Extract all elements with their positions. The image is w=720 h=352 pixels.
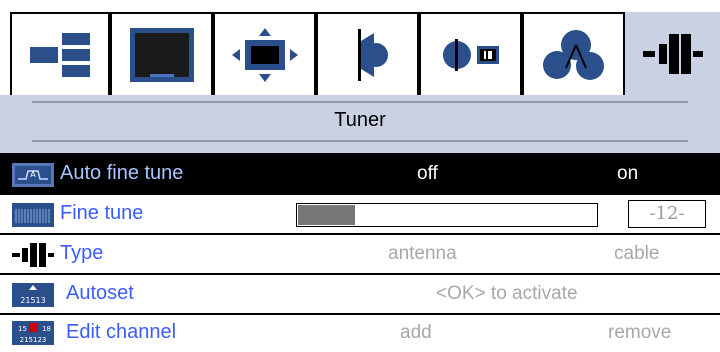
fine-tune-icon — [12, 203, 54, 227]
clock-timer-icon — [442, 38, 499, 71]
fine-tune-label: Fine tune — [60, 202, 144, 224]
tab-sound[interactable] — [316, 12, 419, 95]
position-arrows-icon — [231, 27, 298, 82]
svg-text:18: 18 — [42, 325, 51, 333]
edit-channel-remove-option[interactable]: remove — [608, 322, 671, 344]
type-label: Type — [60, 242, 104, 264]
type-cable-option[interactable]: cable — [614, 243, 659, 265]
auto-fine-tune-label: Auto fine tune — [60, 162, 184, 184]
fine-tune-slider[interactable] — [296, 203, 598, 227]
tab-position[interactable] — [213, 12, 316, 95]
autoset-channels-icon: 21513 — [12, 283, 54, 307]
menu-title-band: Tuner — [0, 95, 720, 155]
svg-text:215123: 215123 — [20, 336, 47, 344]
page-title: Tuner — [334, 109, 386, 131]
fine-tune-slider-fill — [298, 205, 355, 225]
edit-channel-add-option[interactable]: add — [400, 322, 432, 344]
edit-channel-icon: 15 18 215123 — [12, 321, 54, 345]
auto-fine-tune-off-option[interactable]: off — [417, 163, 438, 185]
tab-tuner[interactable] — [625, 12, 720, 95]
row-autoset[interactable]: 21513 Autoset <OK> to activate — [0, 275, 720, 315]
autoset-activate-hint[interactable]: <OK> to activate — [436, 283, 578, 305]
row-fine-tune[interactable]: Fine tune -12- — [0, 195, 720, 235]
menu-tab-strip — [0, 0, 720, 95]
title-rule-bottom — [32, 140, 688, 142]
edit-channel-label: Edit channel — [66, 321, 177, 343]
tab-timer[interactable] — [419, 12, 522, 95]
tv-osd-menu: Tuner A Auto fine tune off on Fine tune … — [0, 0, 720, 352]
title-rule-top — [32, 101, 688, 103]
features-icon — [542, 29, 604, 80]
fine-tune-value: -12- — [628, 200, 706, 228]
tab-picture-layout[interactable] — [10, 12, 110, 95]
tab-features[interactable] — [522, 12, 625, 95]
picture-layout-icon — [30, 32, 90, 77]
row-type[interactable]: Type antenna cable — [0, 235, 720, 275]
speaker-icon — [357, 28, 388, 81]
tuner-plug-icon — [12, 243, 54, 267]
svg-text:21513: 21513 — [20, 296, 45, 305]
svg-text:A: A — [30, 170, 36, 179]
row-auto-fine-tune[interactable]: A Auto fine tune off on — [0, 155, 720, 195]
tab-screen[interactable] — [110, 12, 213, 95]
auto-fine-tune-on-option[interactable]: on — [617, 163, 638, 185]
type-antenna-option[interactable]: antenna — [388, 243, 457, 265]
autoset-label: Autoset — [66, 282, 134, 304]
svg-text:15: 15 — [18, 325, 27, 333]
tuner-plug-icon — [642, 33, 703, 74]
auto-tune-icon: A — [12, 163, 54, 187]
row-edit-channel[interactable]: 15 18 215123 Edit channel add remove — [0, 315, 720, 352]
screen-icon — [129, 27, 194, 82]
